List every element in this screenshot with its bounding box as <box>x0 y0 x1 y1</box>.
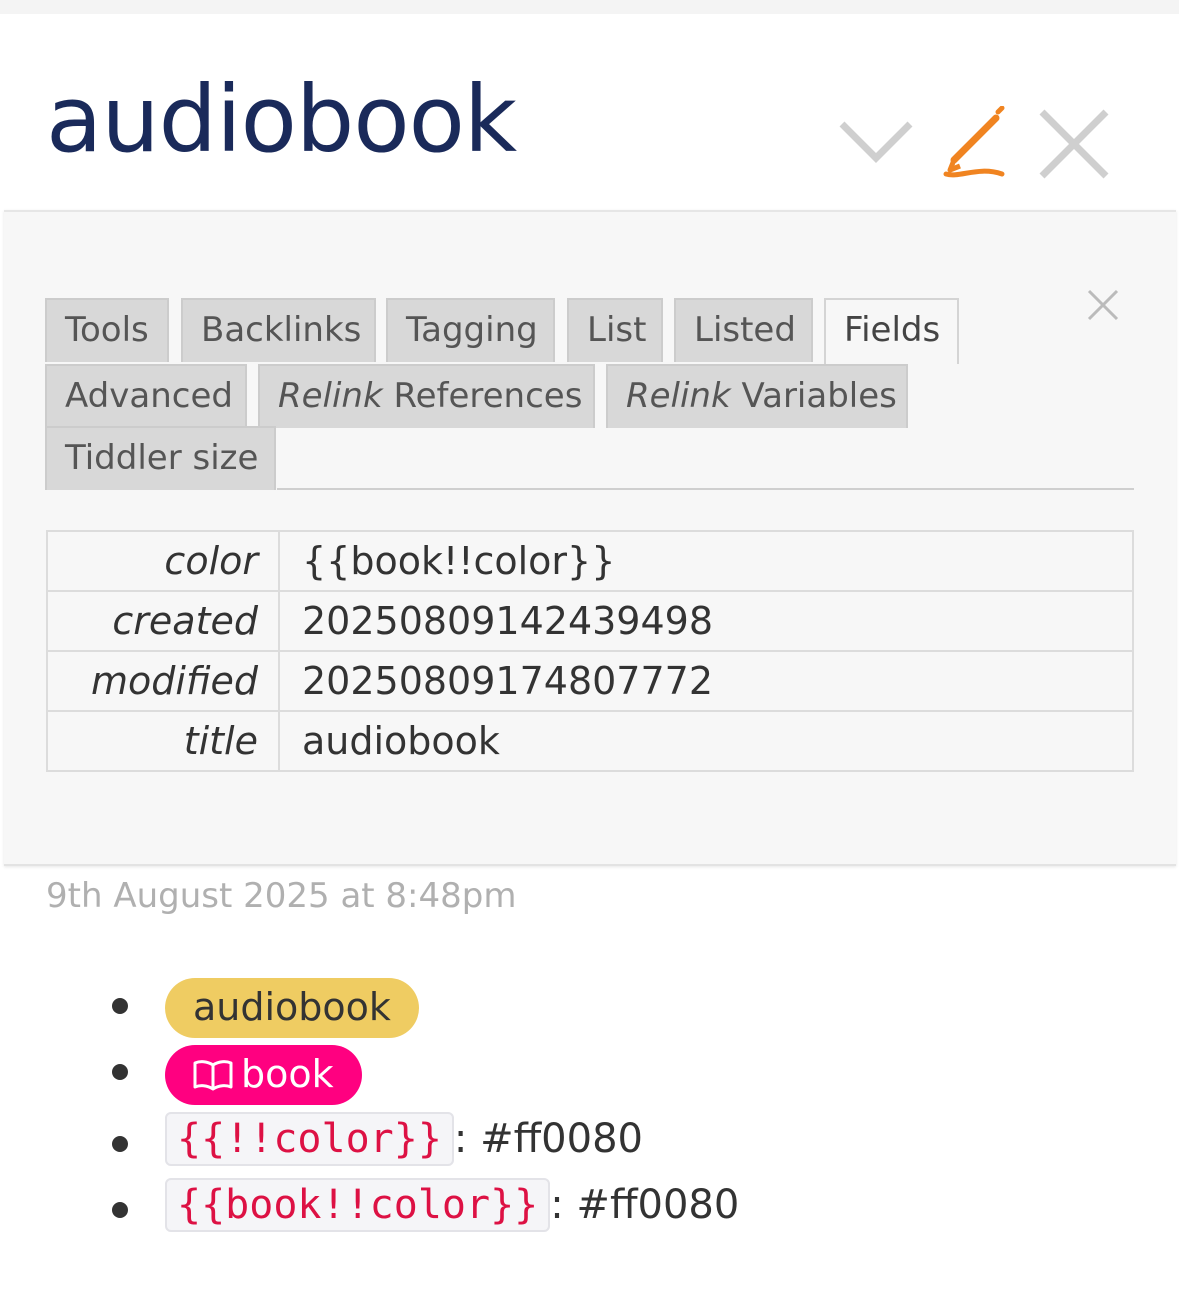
tag-label: book <box>241 1052 334 1096</box>
tab-tools[interactable]: Tools <box>45 298 169 362</box>
field-name: modified <box>46 650 280 712</box>
table-row: title audiobook <box>46 710 1134 772</box>
more-button[interactable] <box>838 118 914 166</box>
fields-table: color {{book!!color}} created 2025080914… <box>46 530 1134 772</box>
field-name: color <box>46 530 280 592</box>
code-result: : #ff0080 <box>550 1182 740 1228</box>
field-value: {{book!!color}} <box>278 530 1134 592</box>
field-name: title <box>46 710 280 772</box>
tab-listed[interactable]: Listed <box>674 298 813 362</box>
tab-tiddler-size[interactable]: Tiddler size <box>45 426 276 490</box>
close-button[interactable] <box>1036 106 1112 182</box>
field-value: 20250809142439498 <box>278 590 1134 652</box>
table-row: modified 20250809174807772 <box>46 650 1134 712</box>
book-icon <box>193 1060 233 1091</box>
bullet <box>112 1202 128 1218</box>
table-row: created 20250809142439498 <box>46 590 1134 652</box>
tab-relink-variables[interactable]: Relink Variables <box>606 364 908 428</box>
tab-label: Variables <box>730 376 897 416</box>
tab-label-italic: Relink <box>278 376 383 416</box>
table-row: color {{book!!color}} <box>46 530 1134 592</box>
close-icon <box>1039 109 1109 179</box>
tag-book[interactable]: book <box>165 1045 362 1105</box>
field-value: audiobook <box>278 710 1134 772</box>
edit-button[interactable] <box>940 106 1010 182</box>
field-name: created <box>46 590 280 652</box>
tiddler-frame: audiobook Tools Backlinks Tagging List L… <box>0 14 1179 1313</box>
field-value: 20250809174807772 <box>278 650 1134 712</box>
code-snippet: {{!!color}} <box>165 1112 454 1166</box>
tab-label: References <box>382 376 583 416</box>
tab-list[interactable]: List <box>567 298 663 362</box>
code-result: : #ff0080 <box>453 1116 643 1162</box>
tab-label: Advanced <box>65 376 233 416</box>
code-line: {{!!color}}: #ff0080 <box>165 1112 643 1166</box>
tab-fields[interactable]: Fields <box>824 298 959 364</box>
pencil-icon <box>943 106 1005 178</box>
tab-relink-references[interactable]: Relink References <box>258 364 595 428</box>
tab-row: Tools Backlinks Tagging List Listed Fiel… <box>45 298 1134 364</box>
tab-tagging[interactable]: Tagging <box>386 298 555 362</box>
code-snippet: {{book!!color}} <box>165 1178 551 1232</box>
tiddler-subtitle: 9th August 2025 at 8:48pm <box>46 876 517 916</box>
code-line: {{book!!color}}: #ff0080 <box>165 1178 740 1232</box>
tab-advanced[interactable]: Advanced <box>45 364 247 428</box>
tab-row: Advanced Relink References Relink Variab… <box>45 364 1134 428</box>
tab-label-italic: Relink <box>626 376 731 416</box>
tiddler-title: audiobook <box>46 66 517 173</box>
bullet <box>112 998 128 1014</box>
info-panel: Tools Backlinks Tagging List Listed Fiel… <box>4 210 1176 866</box>
tab-divider <box>277 488 1134 490</box>
tag-audiobook[interactable]: audiobook <box>165 978 419 1038</box>
chevron-down-icon <box>839 121 913 163</box>
tab-backlinks[interactable]: Backlinks <box>181 298 376 362</box>
info-tabs: Tools Backlinks Tagging List Listed Fiel… <box>45 298 1134 490</box>
tab-row: Tiddler size <box>45 426 1134 490</box>
bullet <box>112 1136 128 1152</box>
bullet <box>112 1064 128 1080</box>
